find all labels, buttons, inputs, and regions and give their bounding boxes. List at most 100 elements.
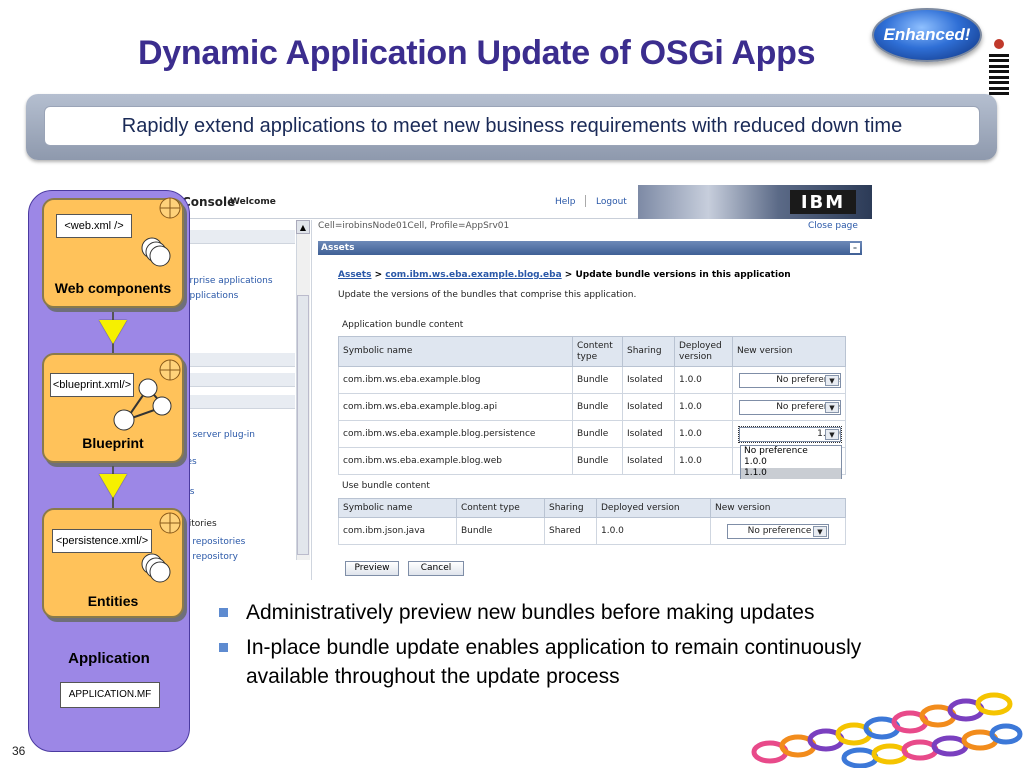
ibm-logo-icon xyxy=(989,39,1009,95)
new-version-cell: 1.1.0▼ xyxy=(732,420,846,448)
column-header: New version xyxy=(732,336,846,367)
nav-link[interactable]: e repositories xyxy=(184,537,245,547)
bundle-connector-icon xyxy=(159,359,181,381)
link-separator xyxy=(585,195,586,207)
sharing: Isolated xyxy=(622,366,675,394)
logout-link[interactable]: Logout xyxy=(596,197,627,207)
new-version-cell: No preference ▼ xyxy=(732,366,846,394)
chevron-down-icon[interactable]: ▼ xyxy=(825,374,839,386)
table-row: com.ibm.ws.eba.example.blog Bundle Isola… xyxy=(338,366,846,394)
column-header: Deployed version xyxy=(674,336,733,367)
new-version-select[interactable]: 1.1.0▼ xyxy=(738,425,842,443)
app-bundle-section-label: Application bundle content xyxy=(342,320,464,330)
nav-link[interactable]: e repository xyxy=(184,552,238,562)
use-bundle-table: Symbolic name Content type Sharing Deplo… xyxy=(338,498,846,545)
content-type: Bundle xyxy=(572,420,623,448)
nav-link[interactable]: applications xyxy=(184,291,238,301)
close-page-link[interactable]: Close page xyxy=(808,221,858,231)
web-xml-tag: <web.xml /> xyxy=(56,214,132,238)
application-label: Application xyxy=(68,650,150,667)
bullet-item: In-place bundle update enables applicati… xyxy=(216,633,866,691)
dropdown-option[interactable]: 1.0.0 xyxy=(741,457,841,468)
bullet-item: Administratively preview new bundles bef… xyxy=(216,598,996,627)
column-header: Symbolic name xyxy=(338,336,573,367)
content-type: Bundle xyxy=(456,517,545,545)
sharing: Isolated xyxy=(622,447,675,475)
deployed-version: 1.0.0 xyxy=(674,366,733,394)
new-version-cell: No preference ▼ xyxy=(710,517,846,545)
page-number: 36 xyxy=(12,744,26,758)
deployed-version: 1.0.0 xyxy=(674,447,733,475)
scroll-up-icon[interactable]: ▲ xyxy=(296,220,310,234)
sharing: Isolated xyxy=(622,393,675,421)
chevron-down-icon[interactable]: ▼ xyxy=(813,525,827,537)
new-version-cell: No preference ▼ xyxy=(732,393,846,421)
table-row: com.ibm.json.java Bundle Shared 1.0.0 No… xyxy=(338,517,846,545)
components-icon xyxy=(141,237,171,267)
subtitle-text: Rapidly extend applications to meet new … xyxy=(44,106,980,146)
chevron-down-icon[interactable]: ▼ xyxy=(825,428,839,440)
symbolic-name: com.ibm.ws.eba.example.blog.persistence xyxy=(338,420,573,448)
dropdown-option[interactable]: No preference xyxy=(741,446,841,457)
use-bundle-section-label: Use bundle content xyxy=(342,481,430,491)
symbolic-name: com.ibm.json.java xyxy=(338,517,457,545)
bundle-connector-icon xyxy=(159,197,181,219)
table-row: com.ibm.ws.eba.example.blog.persistence … xyxy=(338,420,846,448)
version-dropdown-list[interactable]: No preference 1.0.0 1.1.0 xyxy=(740,445,842,479)
slide-title: Dynamic Application Update of OSGi Apps xyxy=(138,34,816,72)
column-header: Symbolic name xyxy=(338,498,457,518)
bundle-label: Entities xyxy=(87,593,139,609)
welcome-text: Welcome xyxy=(230,197,276,207)
column-header: Content type xyxy=(572,336,623,367)
preview-button[interactable]: Preview xyxy=(345,561,399,576)
column-header: Sharing xyxy=(622,336,675,367)
cancel-button[interactable]: Cancel xyxy=(408,561,464,576)
bullet-list: Administratively preview new bundles bef… xyxy=(216,598,996,697)
minimize-icon[interactable]: – xyxy=(850,243,860,253)
column-header: New version xyxy=(710,498,846,518)
content-type: Bundle xyxy=(572,447,623,475)
dependency-arrow-icon xyxy=(99,320,127,344)
column-header: Content type xyxy=(456,498,545,518)
table-row: com.ibm.ws.eba.example.blog.api Bundle I… xyxy=(338,393,846,421)
scroll-thumb[interactable] xyxy=(297,295,309,555)
chevron-down-icon[interactable]: ▼ xyxy=(825,401,839,413)
chain-decoration-icon xyxy=(751,692,1023,768)
new-version-select[interactable]: No preference ▼ xyxy=(739,399,841,415)
content-type: Bundle xyxy=(572,366,623,394)
enhanced-badge: Enhanced! xyxy=(872,8,982,62)
assets-title: Assets xyxy=(321,243,355,253)
content-type: Bundle xyxy=(572,393,623,421)
nav-link[interactable]: b server plug-in xyxy=(184,430,255,440)
manifest-box: APPLICATION.MF xyxy=(60,682,160,708)
symbolic-name: com.ibm.ws.eba.example.blog.api xyxy=(338,393,573,421)
bundle-label: Blueprint xyxy=(82,435,144,451)
breadcrumb: Assets > com.ibm.ws.eba.example.blog.eba… xyxy=(338,270,791,280)
column-header: Deployed version xyxy=(596,498,711,518)
deployed-version: 1.0.0 xyxy=(596,517,711,545)
breadcrumb-eba-link[interactable]: com.ibm.ws.eba.example.blog.eba xyxy=(385,270,561,280)
help-link[interactable]: Help xyxy=(555,197,576,207)
console-ibm-logo: IBM xyxy=(790,190,856,214)
symbolic-name: com.ibm.ws.eba.example.blog.web xyxy=(338,447,573,475)
new-version-select[interactable]: No preference ▼ xyxy=(739,372,841,388)
breadcrumb-assets-link[interactable]: Assets xyxy=(338,270,371,280)
nav-link[interactable]: erprise applications xyxy=(184,276,273,286)
dropdown-option-selected[interactable]: 1.1.0 xyxy=(741,468,841,479)
cell-profile-text: Cell=irobinsNode01Cell, Profile=AppSrv01 xyxy=(318,221,510,231)
deployed-version: 1.0.0 xyxy=(674,393,733,421)
table-header-row: Symbolic name Content type Sharing Deplo… xyxy=(338,498,846,518)
page-description: Update the versions of the bundles that … xyxy=(338,290,637,300)
symbolic-name: com.ibm.ws.eba.example.blog xyxy=(338,366,573,394)
sharing: Shared xyxy=(544,517,597,545)
bundle-label: Web components xyxy=(54,280,172,296)
dependency-arrow-icon xyxy=(99,474,127,498)
new-version-select[interactable]: No preference ▼ xyxy=(727,523,829,539)
breadcrumb-current: > Update bundle versions in this applica… xyxy=(564,270,791,280)
table-header-row: Symbolic name Content type Sharing Deplo… xyxy=(338,336,846,367)
assets-panel-header: Assets – xyxy=(318,241,862,255)
bundle-connector-icon xyxy=(159,512,181,534)
column-header: Sharing xyxy=(544,498,597,518)
admin-console-screenshot: Console Welcome Help Logout IBM erprise … xyxy=(150,185,872,580)
entities-icon xyxy=(141,553,171,583)
